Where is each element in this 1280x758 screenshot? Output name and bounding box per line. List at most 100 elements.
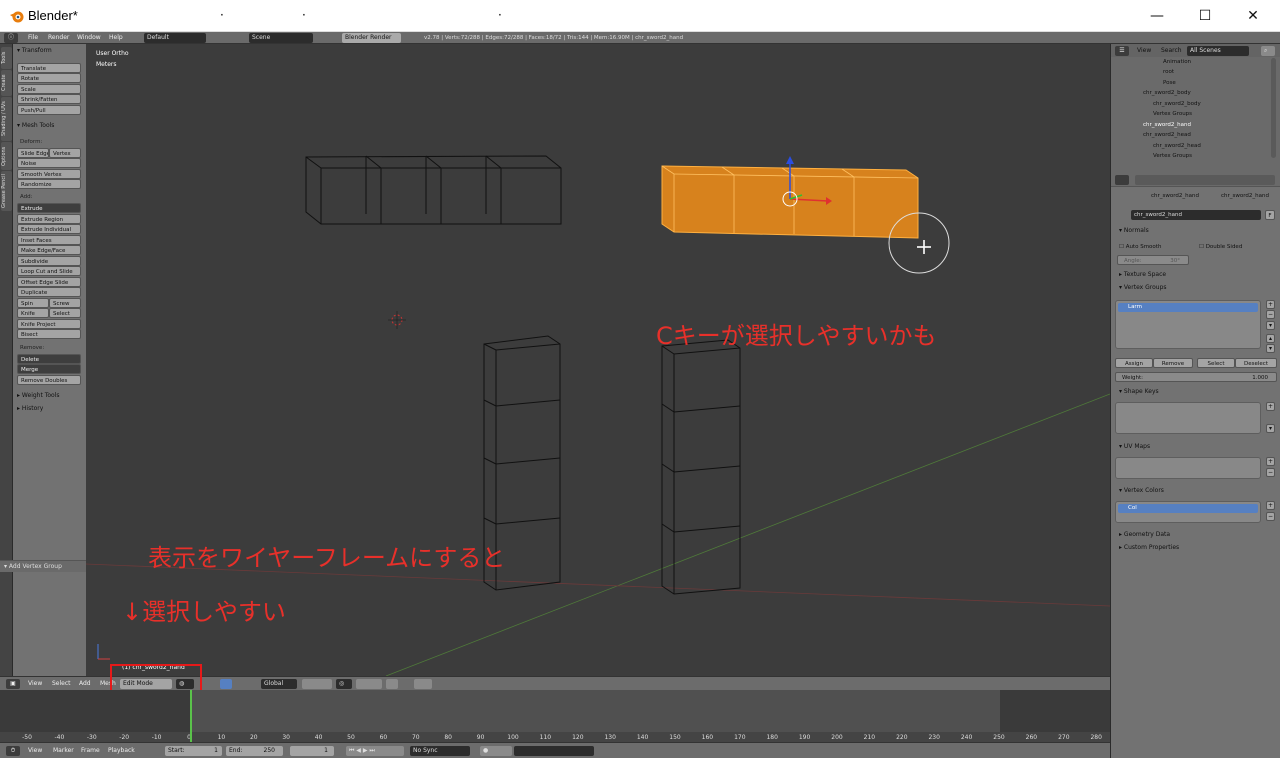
search-icon[interactable]: ⌕ [1261, 46, 1275, 56]
noise-button[interactable]: Noise [17, 158, 81, 168]
current-frame-marker[interactable] [190, 690, 192, 742]
vertex-color-list[interactable]: Col [1115, 501, 1261, 523]
outliner-row[interactable]: chr_sword2_head [1153, 143, 1201, 149]
extrude-region-button[interactable]: Extrude Region [17, 214, 81, 224]
render-preview-icon[interactable] [414, 679, 432, 689]
playback-controls[interactable]: ⏮ ◀ ▶ ⏭ [346, 746, 404, 756]
menu-view[interactable]: View [28, 679, 42, 689]
display-mode-select[interactable]: All Scenes [1187, 46, 1249, 56]
fake-user-button[interactable]: F [1265, 210, 1275, 220]
tab-grease-pencil[interactable]: Grease Pencil [1, 171, 12, 211]
operator-panel[interactable]: ▾ Add Vertex Group [0, 560, 86, 572]
knife-project-button[interactable]: Knife Project [17, 319, 81, 329]
texture-space-panel[interactable]: ▸ Texture Space [1119, 271, 1166, 278]
menu-add[interactable]: Add [79, 679, 91, 689]
vertex-colors-panel[interactable]: ▾ Vertex Colors [1119, 487, 1164, 494]
menu-select[interactable]: Select [52, 679, 71, 689]
tab-tools[interactable]: Tools [1, 47, 12, 69]
select-button[interactable]: Select [1197, 358, 1235, 368]
outliner-row[interactable]: chr_sword2_body [1153, 101, 1201, 107]
inset-faces-button[interactable]: Inset Faces [17, 235, 81, 245]
menu-frame[interactable]: Frame [81, 746, 100, 756]
slide-edge-button[interactable]: Slide Edge [17, 148, 49, 158]
mesh-name-field[interactable]: chr_sword2_hand [1131, 210, 1261, 220]
duplicate-button[interactable]: Duplicate [17, 287, 81, 297]
3d-viewport[interactable]: User Ortho Meters (1) chr_sword2_hand Cキ… [86, 44, 1110, 676]
outliner-row-selected[interactable]: chr_sword2_hand [1143, 122, 1191, 128]
shape-key-specials-button[interactable]: ▾ [1266, 424, 1275, 433]
orientation-select[interactable]: Global [261, 679, 297, 689]
vertex-group-specials-button[interactable]: ▾ [1266, 321, 1275, 330]
shape-keys-panel[interactable]: ▾ Shape Keys [1119, 388, 1159, 395]
context-tab-icons[interactable] [1135, 175, 1275, 185]
keyframe-record-icon[interactable]: ● [480, 746, 512, 756]
move-up-button[interactable]: ▴ [1266, 334, 1275, 343]
spin-button[interactable]: Spin [17, 298, 49, 308]
menu-marker[interactable]: Marker [53, 746, 74, 756]
move-down-button[interactable]: ▾ [1266, 344, 1275, 353]
loop-cut-button[interactable]: Loop Cut and Slide [17, 266, 81, 276]
extrude-individual-button[interactable]: Extrude Individual [17, 224, 81, 234]
geometry-data-panel[interactable]: ▸ Geometry Data [1119, 531, 1170, 538]
deselect-button[interactable]: Deselect [1235, 358, 1277, 368]
remove-uv-map-button[interactable]: − [1266, 468, 1275, 477]
add-uv-map-button[interactable]: + [1266, 457, 1275, 466]
editor-type-icon[interactable]: ▣ [6, 679, 20, 689]
rotate-button[interactable]: Rotate [17, 73, 81, 83]
remove-doubles-button[interactable]: Remove Doubles [17, 375, 81, 385]
weight-slider[interactable]: Weight: 1.000 [1115, 372, 1277, 382]
layout-select[interactable]: Default [144, 33, 206, 43]
editor-type-icon[interactable]: ☰ [1115, 46, 1129, 56]
minimize-button[interactable]: — [1134, 0, 1180, 32]
merge-menu[interactable]: Merge [17, 364, 81, 374]
custom-properties-panel[interactable]: ▸ Custom Properties [1119, 544, 1179, 551]
angle-field[interactable]: Angle: 30° [1117, 255, 1189, 265]
tab-options[interactable]: Options [1, 142, 12, 170]
menu-render[interactable]: Render [48, 33, 69, 43]
transform-panel-title[interactable]: ▾ Transform [17, 47, 52, 54]
close-button[interactable]: ✕ [1230, 0, 1276, 32]
vertex-groups-panel[interactable]: ▾ Vertex Groups [1119, 284, 1167, 291]
outliner-row[interactable]: Vertex Groups [1153, 153, 1192, 159]
select-mode-buttons[interactable] [356, 679, 382, 689]
outliner-row[interactable]: root [1163, 69, 1174, 75]
menu-help[interactable]: Help [109, 33, 123, 43]
add-vertex-group-button[interactable]: + [1266, 300, 1275, 309]
current-frame-field[interactable]: 1 [290, 746, 334, 756]
shape-key-list[interactable] [1115, 402, 1261, 434]
editor-type-icon[interactable]: ⓘ [4, 33, 18, 43]
properties-editor[interactable]: chr_sword2_hand chr_sword2_hand chr_swor… [1111, 173, 1280, 758]
extrude-menu[interactable]: Extrude [17, 203, 81, 213]
remove-vertex-color-button[interactable]: − [1266, 512, 1275, 521]
layer-buttons[interactable] [302, 679, 332, 689]
menu-search[interactable]: Search [1161, 46, 1182, 56]
mesh-tools-panel-title[interactable]: ▾ Mesh Tools [17, 122, 54, 129]
subdivide-button[interactable]: Subdivide [17, 256, 81, 266]
translate-button[interactable]: Translate [17, 63, 81, 73]
double-sided-checkbox[interactable]: ☐ Double Sided [1199, 244, 1242, 250]
outliner-row[interactable]: Pose [1163, 80, 1176, 86]
end-frame-field[interactable]: End: 250 [226, 746, 283, 756]
breadcrumb-mesh[interactable]: chr_sword2_hand [1221, 193, 1269, 199]
menu-window[interactable]: Window [77, 33, 101, 43]
menu-view[interactable]: View [1137, 46, 1151, 56]
render-engine-select[interactable]: Blender Render [342, 33, 401, 43]
offset-edge-slide-button[interactable]: Offset Edge Slide [17, 277, 81, 287]
sync-select[interactable]: No Sync [410, 746, 470, 756]
smooth-vertex-button[interactable]: Smooth Vertex [17, 169, 81, 179]
scale-button[interactable]: Scale [17, 84, 81, 94]
normals-panel[interactable]: ▾ Normals [1119, 227, 1149, 234]
slide-vertex-button[interactable]: Vertex [49, 148, 81, 158]
keying-set-field[interactable] [514, 746, 594, 756]
properties-tabs[interactable] [1111, 173, 1280, 187]
tab-create[interactable]: Create [1, 70, 12, 96]
outliner-row[interactable]: Vertex Groups [1153, 111, 1192, 117]
make-edge-face-button[interactable]: Make Edge/Face [17, 245, 81, 255]
scene-select[interactable]: Scene [249, 33, 313, 43]
proportional-edit-icon[interactable]: ◎ [336, 679, 352, 689]
manipulator-toggle[interactable] [220, 679, 232, 689]
occlude-toggle[interactable] [386, 679, 398, 689]
uv-map-list[interactable] [1115, 457, 1261, 479]
knife-button[interactable]: Knife [17, 308, 49, 318]
randomize-button[interactable]: Randomize [17, 179, 81, 189]
